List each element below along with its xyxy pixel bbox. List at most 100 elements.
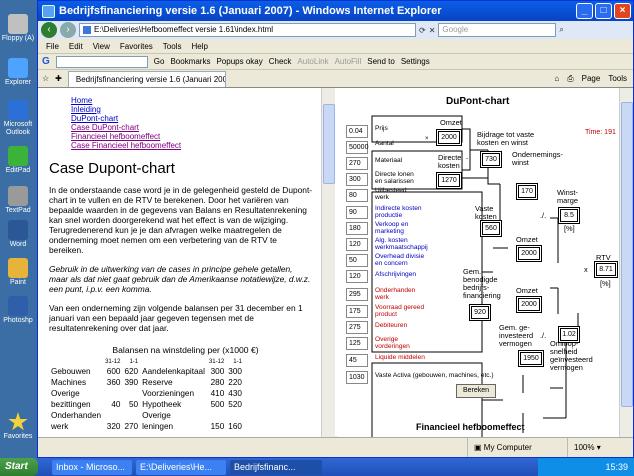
link-case-hefboomeffect[interactable]: Case Financieel hefboomeffect [71,141,321,150]
label-directe-lonen: Directe lonen en salarissen [375,171,414,185]
menu-favorites[interactable]: Favorites [120,42,153,51]
desktop-icon-word[interactable]: Word [0,220,36,249]
minimize-button[interactable]: _ [576,3,593,19]
result-directe-kosten: 1270 [438,174,460,187]
result-omzet-3: 2000 [518,298,540,311]
search-icon[interactable]: ⌕ [559,25,563,35]
input-indirecte-kosten[interactable]: 90 [346,206,368,219]
settings-button[interactable]: Settings [401,57,430,66]
result-omzet-2: 2000 [518,247,540,260]
label-verkoop: Verkoop en marketing [375,221,409,235]
clock[interactable]: 15:39 [605,462,628,472]
desktop-icon-outlook[interactable]: Microsoft Outlook [0,100,36,137]
input-onderhanden-werk[interactable]: 295 [346,288,368,301]
left-frame: Home Inleiding DuPont-chart Case DuPont-… [38,88,321,437]
floppy-icon [8,14,28,34]
input-overige-vorderingen[interactable]: 125 [346,337,368,350]
page-menu[interactable]: Page [582,74,601,84]
taskbar: Start Inbox - Microso... E:\Deliveries\H… [0,458,634,476]
menu-help[interactable]: Help [191,42,207,51]
unit-winstmarge: [%] [564,224,575,233]
label-overige-vorderingen: Overige vorderingen [375,336,410,350]
back-button[interactable]: ‹ [41,22,57,38]
input-vaste-activa[interactable]: 1030 [346,371,368,384]
url-input[interactable]: E:\Deliveries\Hefboomeffect versie 1.61\… [79,23,416,37]
search-input[interactable]: Google [438,23,557,37]
check-button[interactable]: Check [269,57,292,66]
desktop-icon-floppy[interactable]: Floppy (A) [0,14,36,43]
label-uitbesteed: Uitbesteed werk [375,187,407,201]
link-home[interactable]: Home [71,96,321,105]
bookmarks-button[interactable]: Bookmarks [170,57,210,66]
input-alg-kosten[interactable]: 120 [346,238,368,251]
popups-button[interactable]: Popups okay [216,57,262,66]
label-omzet-1: Omzet [440,118,462,127]
para-3: Van een onderneming zijn volgende balans… [49,303,303,333]
input-afschrijvingen[interactable]: 120 [346,270,368,283]
left-scrollbar[interactable] [321,88,335,437]
right-scroll-thumb[interactable] [621,102,633,407]
link-dupont-chart[interactable]: DuPont-chart [71,114,321,123]
link-hefboomeffect[interactable]: Financieel hefboomeffect [71,132,321,141]
input-verkoop[interactable]: 180 [346,222,368,235]
link-case-dupont[interactable]: Case DuPont-chart [71,123,321,132]
task-inbox[interactable]: Inbox - Microso... [52,459,132,475]
google-go-button[interactable]: Go [154,57,165,66]
balance-title: Balansen na winstdeling per (x1000 €) [112,345,259,355]
task-ie[interactable]: Bedrijfsfinanc... [230,459,322,475]
stop-icon[interactable]: ✕ [429,26,436,35]
balance-table: 31-12 1-1 31-12 1-1 Gebouwen 600 620 Aandelen… [49,358,244,432]
right-scrollbar[interactable] [619,88,633,437]
menu-edit[interactable]: Edit [69,42,83,51]
result-omzet-1: 2000 [438,131,460,144]
forward-button[interactable]: › [60,22,76,38]
input-debiteuren[interactable]: 275 [346,321,368,334]
input-directe-lonen[interactable]: 300 [346,173,368,186]
label-omzet-3: Omzet [516,286,538,295]
home-icon[interactable]: ⌂ [554,74,559,84]
menu-file[interactable]: File [46,42,59,51]
menu-view[interactable]: View [93,42,110,51]
desktop-icon-editpad[interactable]: EditPad [0,146,36,175]
start-button[interactable]: Start [0,458,38,476]
tab-bedrijfsfinanciering[interactable]: Bedrijfsfinanciering versie 1.6 (Januari… [67,70,226,87]
desktop-icon-textpad[interactable]: TextPad [0,186,36,215]
title-bar[interactable]: Bedrijfsfinanciering versie 1.6 (Januari… [38,1,633,21]
tools-menu[interactable]: Tools [608,74,627,84]
desktop-icon-paint[interactable]: Paint [0,258,36,287]
autolink-button[interactable]: AutoLink [297,57,328,66]
send-to-button[interactable]: Send to [367,57,395,66]
add-favorite-icon[interactable]: ✚ [55,74,62,83]
autofill-button[interactable]: AutoFill [335,57,362,66]
input-materiaal[interactable]: 270 [346,157,368,170]
close-button[interactable]: × [614,3,631,19]
desktop-icon-photoshop[interactable]: Photoshp [0,296,36,325]
input-aantal[interactable]: 50000 [346,141,368,154]
link-inleiding[interactable]: Inleiding [71,105,321,114]
input-prijs[interactable]: 0.04 [346,125,368,138]
bereken-button[interactable]: Bereken [456,384,496,398]
zoom-level[interactable]: 100% ▾ [568,443,601,452]
table-row: Onderhanden Overige [51,411,171,420]
system-tray: 15:39 [538,458,634,476]
input-liquide-middelen[interactable]: 45 [346,354,368,367]
input-uitbesteed[interactable]: 80 [346,189,368,202]
result-ondernemingswinst: 170 [518,185,536,198]
refresh-icon[interactable]: ⟳ [419,26,426,35]
desktop: Floppy (A) Explorer Microsoft Outlook Ed… [0,0,36,458]
textpad-icon [8,186,28,206]
maximize-button[interactable]: □ [595,3,612,19]
task-explorer[interactable]: E:\Deliveries\He... [136,459,226,475]
result-benodigde-financiering: 920 [471,306,489,319]
result-vaste-kosten: 560 [482,222,500,235]
left-scroll-thumb[interactable] [323,104,335,184]
desktop-icon-explorer[interactable]: Explorer [0,58,36,87]
google-search-input[interactable] [55,55,148,68]
input-voorraad[interactable]: 175 [346,305,368,318]
input-overhead[interactable]: 50 [346,254,368,267]
favorites-star-icon[interactable]: ☆ [42,74,49,83]
desktop-icon-favorites[interactable]: Favorites [0,412,36,441]
menu-tools[interactable]: Tools [163,42,182,51]
label-omzet-2: Omzet [516,235,538,244]
print-icon[interactable]: ⎙ [567,74,573,84]
